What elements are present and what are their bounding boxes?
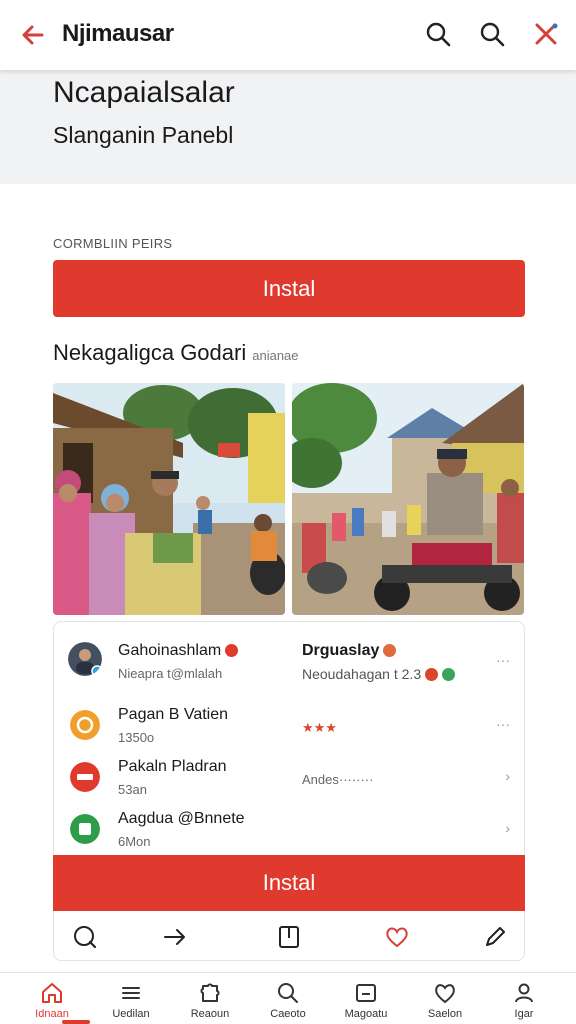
heart-icon[interactable] xyxy=(384,924,410,950)
list-item-meta: 1350o xyxy=(118,730,155,745)
nav-item-puzzle[interactable]: Reaoun xyxy=(174,981,246,1024)
gallery-photo-market-street[interactable] xyxy=(53,383,285,615)
search-icon[interactable] xyxy=(424,20,452,48)
list-item[interactable]: Pakaln Pladran 53an Andes········ › xyxy=(54,754,526,804)
active-tab-indicator xyxy=(62,1020,90,1024)
orange-app-icon xyxy=(70,710,100,740)
search-icon xyxy=(278,983,298,1003)
list-item-name: Aagdua @Bnnete xyxy=(118,810,245,827)
list-item-meta: 53an xyxy=(118,782,147,797)
list-item-meta: 6Mon xyxy=(118,834,151,849)
bookmark-icon[interactable] xyxy=(276,924,302,950)
search-icon[interactable] xyxy=(478,20,506,48)
list-icon xyxy=(122,987,140,999)
nav-label: Idnaan xyxy=(35,1008,69,1020)
flame-badge-icon xyxy=(383,644,397,657)
avatar xyxy=(68,642,102,676)
list-item-right-name: Drguaslay xyxy=(302,642,397,660)
nav-item-favorites[interactable]: Saelon xyxy=(409,981,481,1024)
nav-item-list[interactable]: Uedilan xyxy=(95,981,167,1024)
nav-label: Saelon xyxy=(427,1008,463,1020)
nav-label: Magoatu xyxy=(344,1008,388,1020)
home-icon xyxy=(42,983,62,1003)
list-item-name: Pakaln Pladran xyxy=(118,758,227,775)
gallery-photo-motorcycles[interactable] xyxy=(292,383,524,615)
inbox-icon xyxy=(356,984,376,1002)
app-bar: Njimausar xyxy=(0,0,576,70)
hero-subtitle: Slanganin Panebl xyxy=(53,122,234,148)
bottom-navigation: Idnaan Uedilan Reaoun Caeoto Magoatu Sae… xyxy=(0,972,576,1024)
more-icon[interactable]: ··· xyxy=(496,716,510,732)
hero-title: Ncapaialsalar xyxy=(53,76,235,109)
section-label: CORMBLIIN PEIRS xyxy=(53,236,173,251)
rating-stars: ★★★ xyxy=(302,720,337,735)
verified-badge-icon xyxy=(225,644,239,657)
gallery-title-text: Nekagaligca Godari xyxy=(53,340,247,365)
nav-item-inbox[interactable]: Magoatu xyxy=(330,981,402,1024)
back-arrow-icon[interactable] xyxy=(18,20,48,50)
chevron-right-icon[interactable]: › xyxy=(505,820,510,836)
nav-item-profile[interactable]: Igar xyxy=(488,981,560,1024)
list-item[interactable]: Pagan B Vatien 1350o ★★★ ··· xyxy=(54,702,526,752)
list-item-tag: Andes········ xyxy=(302,772,374,787)
nav-label: Reaoun xyxy=(190,1008,230,1020)
nav-label: Igar xyxy=(514,1008,534,1020)
heart-icon xyxy=(435,984,455,1004)
action-bar xyxy=(54,914,526,960)
close-icon[interactable] xyxy=(532,20,560,48)
nav-label: Caeoto xyxy=(270,1008,306,1020)
list-item-meta: Nieapra t@mlalah xyxy=(118,666,223,681)
chevron-right-icon[interactable]: › xyxy=(505,768,510,784)
red-badge-icon xyxy=(425,668,439,681)
nav-label: Uedilan xyxy=(112,1008,150,1020)
comment-icon[interactable] xyxy=(72,924,98,950)
green-badge-icon xyxy=(442,668,456,681)
gallery-subtitle: anianae xyxy=(252,348,299,363)
list-item[interactable]: Aagdua @Bnnete 6Mon › xyxy=(54,806,526,856)
install-button-bottom[interactable]: Instal xyxy=(53,855,525,911)
nav-item-home[interactable]: Idnaan xyxy=(16,981,88,1024)
list-item-name: Gahoinashlam xyxy=(118,642,239,660)
green-app-icon xyxy=(70,814,100,844)
person-icon xyxy=(515,983,533,1003)
puzzle-icon xyxy=(200,983,220,1002)
more-icon[interactable]: ··· xyxy=(496,652,510,668)
gallery-title: Nekagaligca Godari anianae xyxy=(53,340,299,366)
list-item-right-meta: Neoudahagan t 2.3 xyxy=(302,666,456,682)
red-app-icon xyxy=(70,762,100,792)
app-title: Njimausar xyxy=(62,20,174,47)
install-button[interactable]: Instal xyxy=(53,260,525,317)
share-arrow-icon[interactable] xyxy=(162,924,188,950)
list-item-name: Pagan B Vatien xyxy=(118,706,229,723)
edit-pen-icon[interactable] xyxy=(482,924,508,950)
hero-section: Ncapaialsalar Slanganin Panebl xyxy=(0,70,576,184)
nav-item-search[interactable]: Caeoto xyxy=(252,981,324,1024)
list-item[interactable]: Gahoinashlam Nieapra t@mlalah Drguaslay … xyxy=(54,638,526,688)
